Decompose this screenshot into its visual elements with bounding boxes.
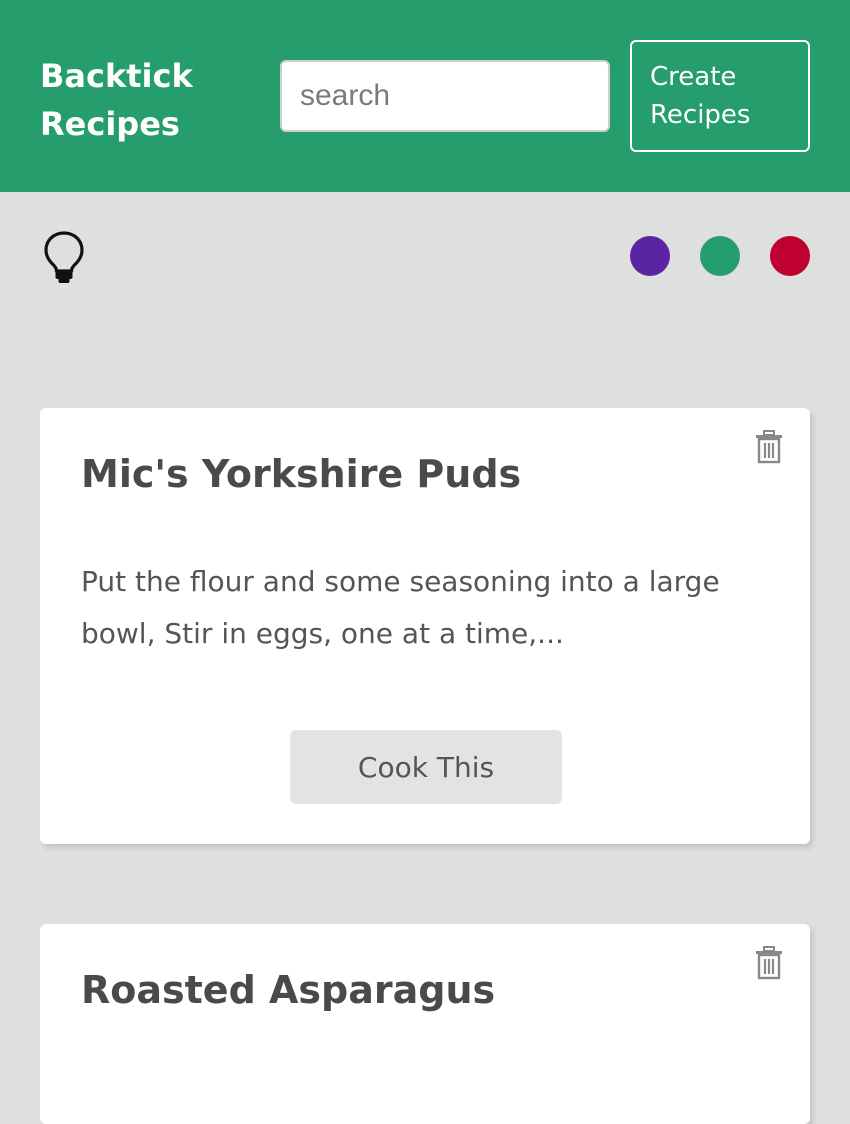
create-line-1: Create bbox=[650, 62, 737, 92]
brand-line-1: Backtick bbox=[40, 57, 193, 95]
theme-swatch-red[interactable] bbox=[770, 236, 810, 276]
recipe-card: Roasted Asparagus bbox=[40, 924, 810, 1124]
trash-icon[interactable] bbox=[754, 430, 784, 464]
trash-icon[interactable] bbox=[754, 946, 784, 980]
recipe-card: Mic's Yorkshire Puds Put the flour and s… bbox=[40, 408, 810, 844]
app-header: Backtick Recipes Create Recipes bbox=[0, 0, 850, 192]
recipe-title: Mic's Yorkshire Puds bbox=[81, 452, 522, 496]
theme-swatch-purple[interactable] bbox=[630, 236, 670, 276]
recipe-title: Roasted Asparagus bbox=[81, 968, 496, 1012]
cook-this-button[interactable]: Cook This bbox=[290, 730, 562, 804]
theme-swatch-green[interactable] bbox=[700, 236, 740, 276]
create-line-2: Recipes bbox=[650, 100, 751, 130]
create-recipes-button[interactable]: Create Recipes bbox=[630, 40, 810, 152]
brand-line-2: Recipes bbox=[40, 105, 180, 143]
search-input[interactable] bbox=[280, 60, 610, 132]
brand-title[interactable]: Backtick Recipes bbox=[40, 52, 240, 148]
lightbulb-icon[interactable] bbox=[42, 230, 86, 284]
recipe-description: Put the flour and some seasoning into a … bbox=[81, 565, 720, 650]
